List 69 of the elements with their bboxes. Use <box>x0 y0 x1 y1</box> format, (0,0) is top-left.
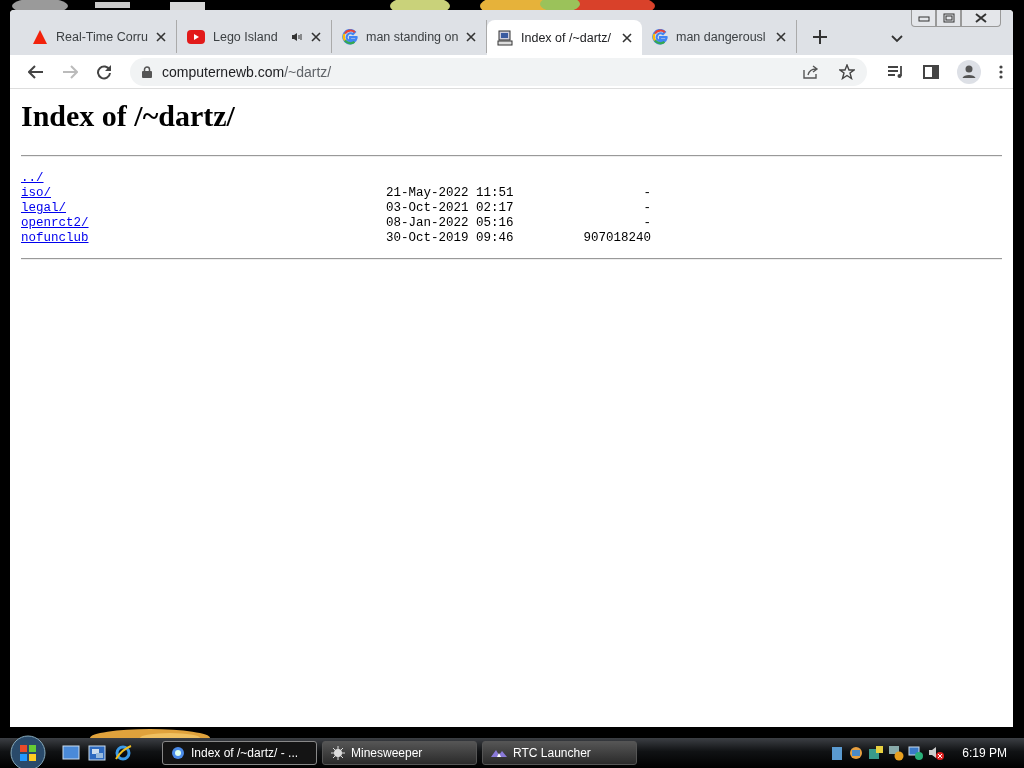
tab-title: man standing on <box>366 29 458 44</box>
close-tab-icon[interactable] <box>466 31 476 42</box>
google-icon <box>342 28 358 45</box>
directory-link[interactable]: nofunclub <box>21 231 386 246</box>
browser-tab[interactable]: Real-Time Corru <box>22 20 177 53</box>
muted-speaker-icon[interactable] <box>928 745 945 761</box>
share-icon[interactable] <box>803 64 819 79</box>
browser-tab[interactable]: Index of /~dartz/ <box>487 20 642 55</box>
modified-date: 03-Oct-2021 02:17 <box>386 201 515 216</box>
new-tab-icon[interactable] <box>813 30 827 44</box>
warning-icon[interactable] <box>888 745 905 761</box>
network-icon[interactable] <box>908 745 925 761</box>
taskbar-button[interactable]: RTC Launcher <box>482 741 637 765</box>
star-icon[interactable] <box>839 63 855 80</box>
desktop-icon[interactable] <box>62 745 80 761</box>
close-tab-icon[interactable] <box>622 32 632 43</box>
triangle-icon <box>32 28 48 45</box>
modified-date: 21-May-2022 11:51 <box>386 186 515 201</box>
computer-icon <box>497 29 513 46</box>
close-button[interactable] <box>961 10 1001 27</box>
file-size: - <box>642 216 651 231</box>
page-heading: Index of /~dartz/ <box>21 99 236 133</box>
close-tab-icon[interactable] <box>311 31 321 42</box>
globe-icon <box>171 746 185 760</box>
reload-icon[interactable] <box>96 63 112 80</box>
google-icon <box>652 28 668 45</box>
windows-icon[interactable] <box>88 745 106 761</box>
close-tab-icon[interactable] <box>776 31 786 42</box>
tab-title: man dangerousl <box>676 29 767 44</box>
file-size: - <box>642 201 651 216</box>
tray-icon[interactable] <box>830 745 845 761</box>
tray-icon[interactable] <box>848 745 865 761</box>
video-icon <box>187 29 205 44</box>
directory-link[interactable]: iso/ <box>21 186 386 201</box>
mine-icon <box>331 746 345 760</box>
lock-icon <box>142 65 152 78</box>
profile-icon[interactable] <box>957 59 981 84</box>
tray-icon[interactable] <box>868 745 885 761</box>
minimize-icon <box>917 14 930 22</box>
close-tab-icon[interactable] <box>156 31 166 42</box>
browser-tab[interactable]: man dangerousl <box>642 20 797 53</box>
directory-link[interactable]: legal/ <box>21 201 386 216</box>
browser-icon[interactable] <box>114 744 132 762</box>
directory-link[interactable]: openrct2/ <box>21 216 386 231</box>
tab-title: Lego Island <box>213 29 279 44</box>
file-size: - <box>642 186 651 201</box>
tab-title: Index of /~dartz/ <box>521 30 612 45</box>
back-icon[interactable] <box>28 64 44 79</box>
close-icon <box>975 13 987 23</box>
taskbar-button[interactable]: Index of /~dartz/ - ... <box>162 741 317 765</box>
restore-icon <box>942 13 955 23</box>
taskbar-button[interactable]: Minesweeper <box>322 741 477 765</box>
tab-title: Real-Time Corru <box>56 29 148 44</box>
media-queue-icon[interactable] <box>887 64 905 79</box>
browser-tab[interactable]: Lego Island <box>177 20 332 53</box>
speaker-icon[interactable] <box>291 31 303 42</box>
address-bar[interactable]: computernewb.com/~dartz/ <box>130 57 867 86</box>
chevron-down-icon[interactable] <box>891 35 903 43</box>
file-size: 907018240 <box>582 231 651 246</box>
maximize-button[interactable] <box>936 10 961 27</box>
start-button[interactable] <box>10 735 46 768</box>
modified-date: 30-Oct-2019 09:46 <box>386 231 515 246</box>
directory-link[interactable]: ../ <box>21 171 386 186</box>
clock[interactable]: 6:19 PM <box>962 746 1007 760</box>
minimize-button[interactable] <box>911 10 936 27</box>
menu-icon[interactable] <box>999 64 1003 79</box>
side-panel-icon[interactable] <box>923 64 939 79</box>
modified-date: 08-Jan-2022 05:16 <box>386 216 515 231</box>
browser-tab[interactable]: man standing on <box>332 20 487 53</box>
